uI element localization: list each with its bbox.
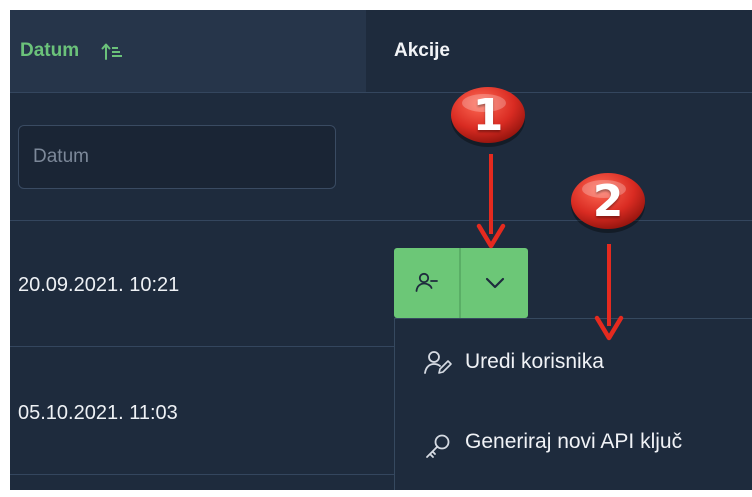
date-filter-input[interactable] [18,125,336,189]
column-header-date-label: Datum [20,40,80,61]
menu-item-label: Generiraj novi API ključ [465,430,683,453]
chevron-down-icon [485,277,504,289]
menu-item-edit-user[interactable]: Uredi korisnika [395,349,752,377]
row-date-cell: 05.10.2021. 11:03 [18,402,178,424]
column-header-actions: Akcije [366,10,752,92]
users-table-panel: Datum Akcije 20.09.2021. 10:21 [10,10,752,490]
arrow-down-icon [594,244,624,341]
column-header-date[interactable]: Datum [10,10,366,92]
column-header-actions-label: Akcije [394,40,450,61]
row-date-cell: 20.09.2021. 10:21 [18,274,180,296]
actions-dropdown-toggle[interactable] [461,248,528,318]
row-actions-button-group [394,248,528,318]
divider [10,92,752,93]
arrow-down-icon [476,154,506,249]
user-edit-icon [424,351,452,374]
key-icon [426,434,450,458]
marker-number: 2 [592,175,624,227]
actions-dropdown-menu: Uredi korisnika Generiraj novi API ključ [394,318,752,490]
annotation-marker-1: 1 [448,84,528,150]
menu-item-generate-api-key[interactable]: Generiraj novi API ključ [395,429,752,461]
sort-ascending-icon[interactable] [101,40,123,62]
menu-item-label: Uredi korisnika [465,350,604,373]
marker-number: 1 [472,89,504,141]
user-edit-icon [415,272,438,292]
annotation-marker-2: 2 [568,170,648,236]
edit-user-button[interactable] [394,248,459,318]
